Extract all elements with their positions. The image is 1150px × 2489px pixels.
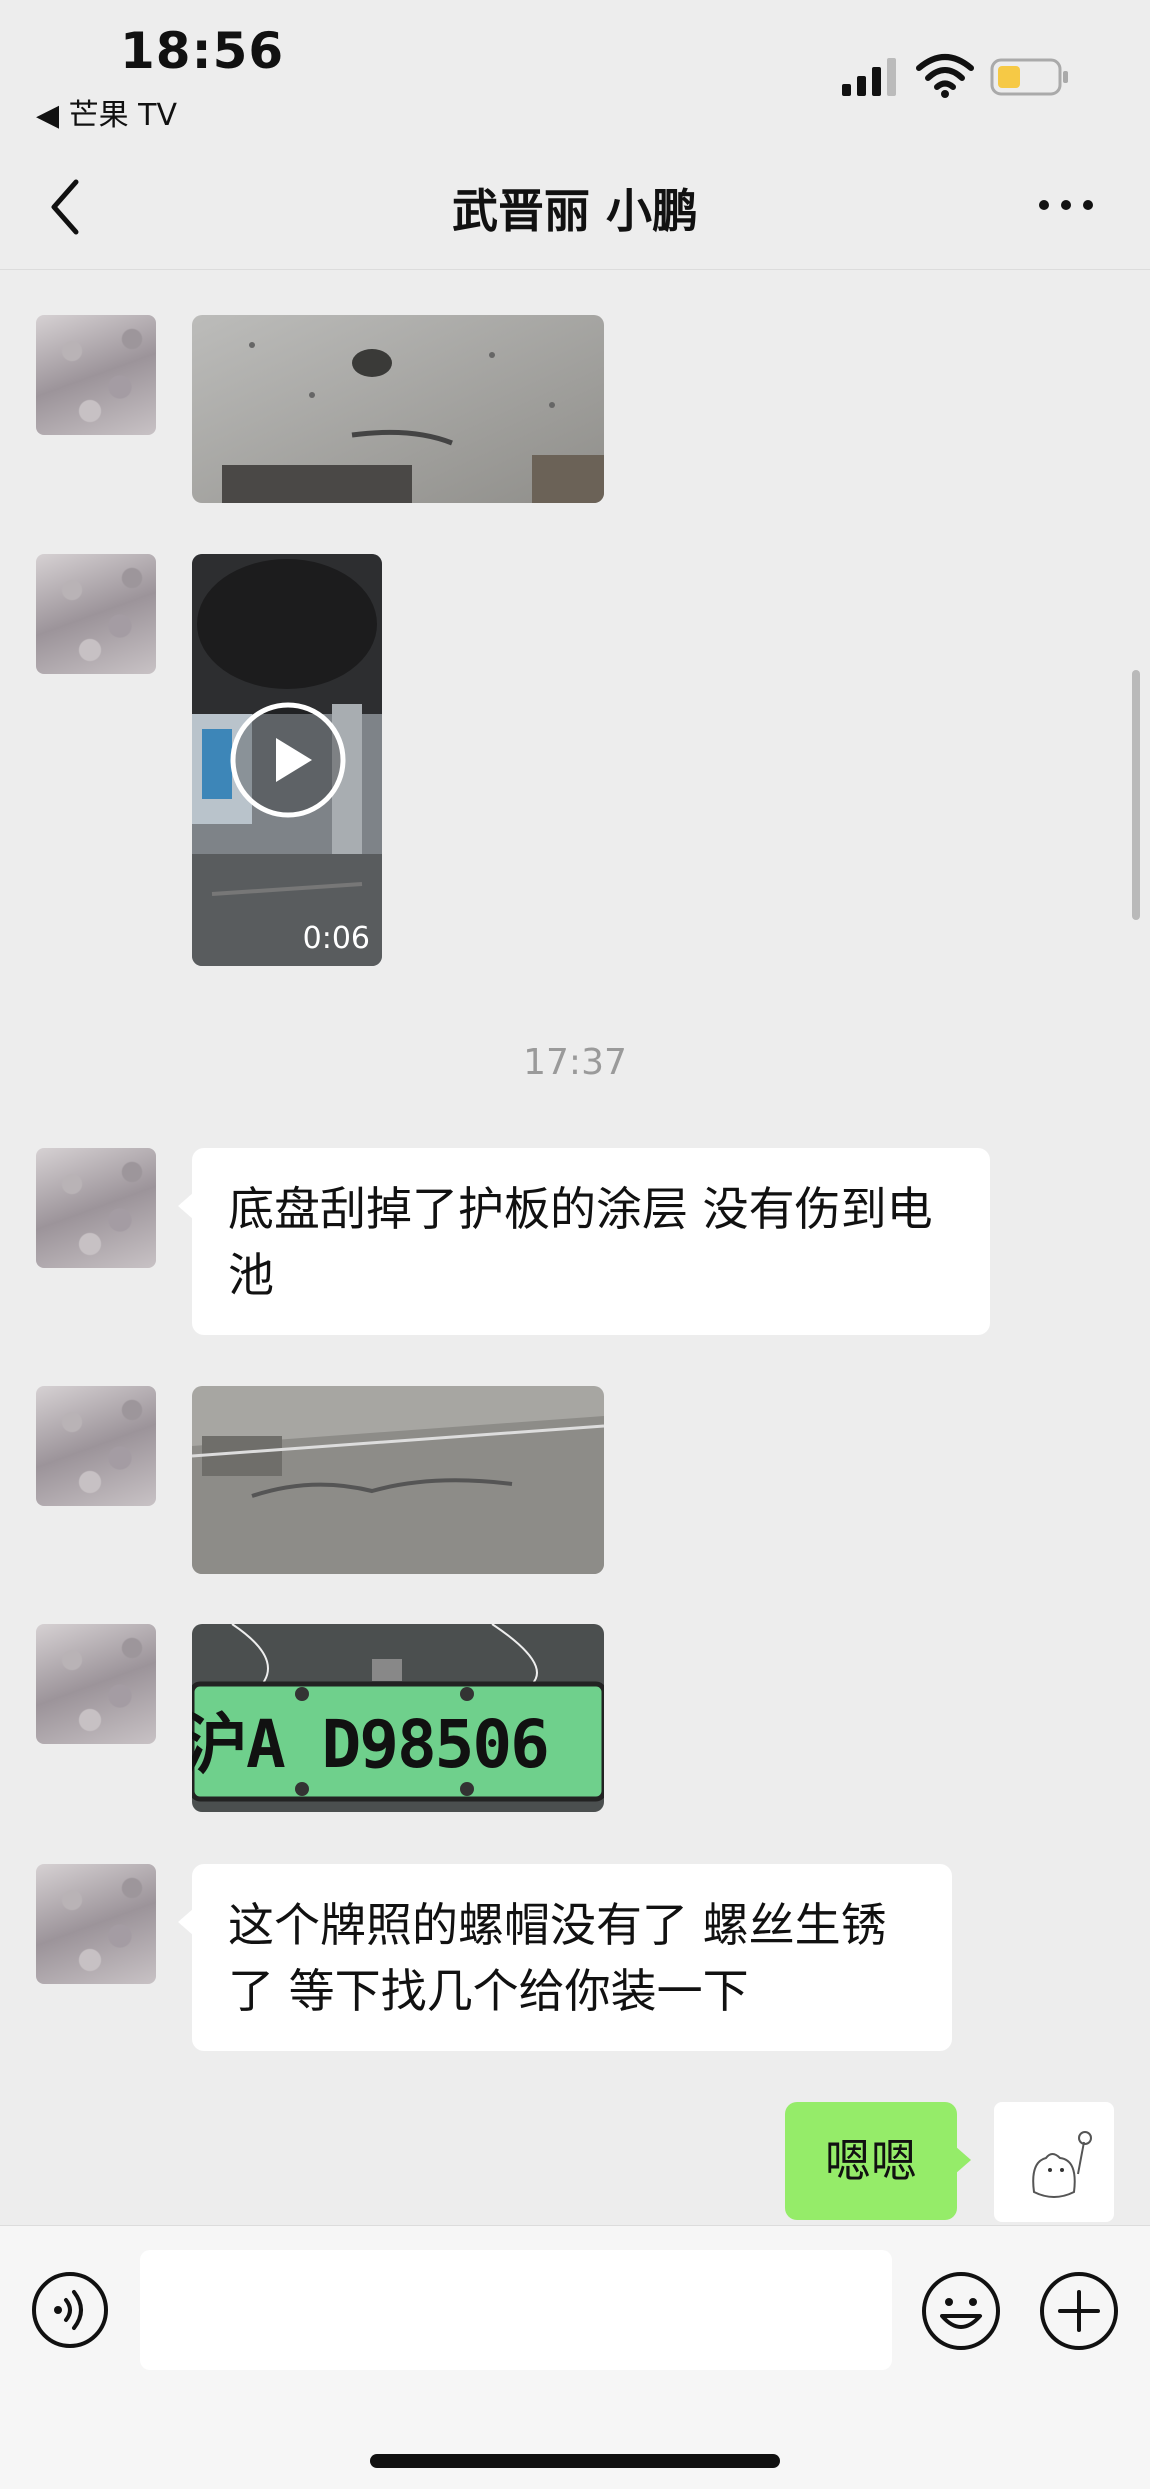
license-plate-text: 沪A D98506 — [192, 1706, 550, 1783]
message-input[interactable] — [140, 2250, 892, 2370]
my-avatar[interactable] — [994, 2102, 1114, 2222]
contact-avatar[interactable] — [36, 554, 156, 674]
input-bar — [0, 2225, 1150, 2489]
emoji-icon[interactable] — [920, 2270, 1002, 2352]
underbody-photo — [192, 315, 604, 503]
voice-input-icon[interactable] — [30, 2270, 110, 2350]
battery-icon — [990, 58, 1068, 96]
chat-header: 武晋丽 小鹏 — [0, 140, 1150, 270]
contact-avatar[interactable] — [36, 1864, 156, 1984]
video-message[interactable]: 0:06 — [192, 554, 382, 966]
video-duration: 0:06 — [302, 921, 370, 956]
play-icon[interactable] — [228, 700, 348, 820]
back-to-app-link[interactable]: ◀ 芒果 TV — [36, 90, 177, 134]
image-message-license-plate[interactable]: 沪A D98506 — [192, 1624, 604, 1812]
status-bar: 18:56 ◀ 芒果 TV — [0, 0, 1150, 140]
image-message-underbody[interactable] — [192, 315, 604, 503]
contact-avatar[interactable] — [36, 315, 156, 435]
wifi-icon — [916, 54, 974, 98]
message-timestamp: 17:37 — [523, 1042, 627, 1083]
more-options-icon[interactable] — [1036, 190, 1096, 220]
cellular-signal-icon — [842, 58, 896, 96]
image-message-scratch[interactable] — [192, 1386, 604, 1574]
contact-avatar[interactable] — [36, 1386, 156, 1506]
text-message[interactable]: 这个牌照的螺帽没有了 螺丝生锈了 等下找几个给你装一下 — [178, 1864, 952, 2051]
plus-icon[interactable] — [1038, 2270, 1120, 2352]
chat-title: 武晋丽 小鹏 — [451, 184, 698, 238]
cartoon-cat-avatar — [1032, 2131, 1092, 2198]
status-time: 18:56 — [120, 22, 285, 80]
my-text-message[interactable]: 嗯嗯 — [785, 2102, 971, 2220]
contact-avatar[interactable] — [36, 1148, 156, 1268]
scrollbar[interactable] — [1132, 670, 1140, 920]
scratch-photo — [192, 1386, 604, 1574]
text-message[interactable]: 底盘刮掉了护板的涂层 没有伤到电池 — [178, 1148, 990, 1335]
home-indicator[interactable] — [370, 2454, 780, 2468]
contact-avatar[interactable] — [36, 1624, 156, 1744]
